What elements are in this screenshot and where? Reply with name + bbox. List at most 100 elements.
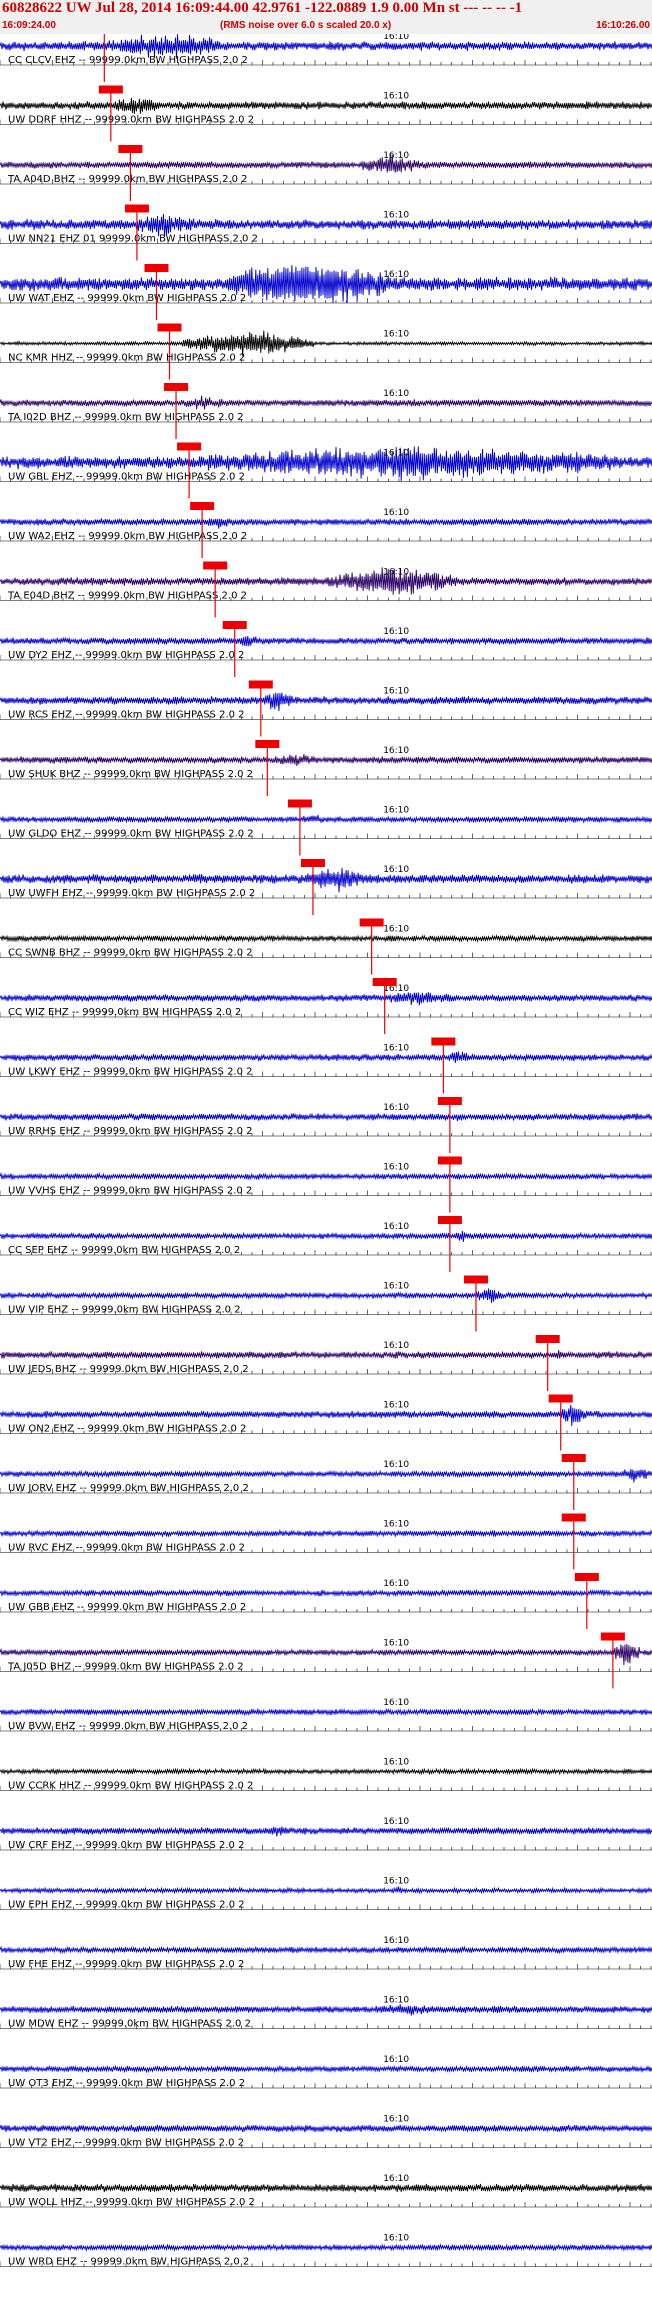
waveform xyxy=(0,154,652,173)
waveform xyxy=(0,992,652,1006)
tick-label: 16:10 xyxy=(383,1639,409,1649)
tick-label: 16:10 xyxy=(383,1282,409,1292)
scaling-note: (RMS noise over 6.0 s scaled 20.0 x) xyxy=(220,20,392,31)
station-label: TA E04D BHZ -- 99999.0km BW HIGHPASS 2.0… xyxy=(7,591,247,602)
trace-row: 16:10 UW JORV EHZ -- 99999.0km BW HIGHPAS… xyxy=(0,1454,652,1510)
tick-label: 16:10 xyxy=(383,389,409,399)
pick-flag xyxy=(600,1632,625,1641)
pick-flag xyxy=(561,1454,586,1462)
waveform xyxy=(0,1171,652,1181)
tick-label: 16:10 xyxy=(383,1520,409,1530)
station-label: UW WOLL HHZ -- 99999.0km BW HIGHPASS 2.0… xyxy=(8,2197,255,2208)
tick-label: 16:10 xyxy=(383,1758,409,1768)
station-label: UW SHUK BHZ -- 99999.0km BW HIGHPASS 2.0… xyxy=(8,769,253,780)
waveform xyxy=(0,1886,652,1895)
station-label: UW JORV EHZ -- 99999.0km BW HIGHPASS 2.0… xyxy=(8,1483,249,1494)
station-label: CC CLCV EHZ -- 99999.0km BW HIGHPASS 2.0… xyxy=(8,55,248,66)
pick-flag xyxy=(463,1275,488,1284)
station-label: UW MDW EHZ -- 99999.0km BW HIGHPASS 2.0 … xyxy=(8,2019,251,2030)
trace-row: 16:10 UW NN21 EHZ 01 99999.0km BW HIGHPAS… xyxy=(0,204,652,261)
station-label: CC WIZ EHZ -- 99999.0km BW HIGHPASS 2.0 … xyxy=(8,1007,241,1018)
waveform xyxy=(0,1528,652,1538)
pick-flag xyxy=(437,1156,462,1165)
pick-flag xyxy=(157,323,182,332)
waveform xyxy=(0,635,652,647)
tick-label: 16:10 xyxy=(383,1877,409,1887)
trace-row: 16:10 UW CCRK HHZ -- 99999.0km BW HIGHPAS… xyxy=(0,1758,652,1792)
trace-row: 16:10 UW RRHS EHZ -- 99999.0km BW HIGHPAS… xyxy=(0,1097,652,1153)
station-label: TA J05D BHZ -- 99999.0km BW HIGHPASS 2.0… xyxy=(7,1662,244,1673)
pick-flag xyxy=(548,1394,573,1403)
tick-label: 16:10 xyxy=(383,687,409,697)
event-title: 60828622 UW Jul 28, 2014 16:09:44.00 42.… xyxy=(2,0,523,16)
station-label: UW FHE EHZ -- 99999.0km BW HIGHPASS 2.0 … xyxy=(8,1959,244,1970)
tick-label: 16:10 xyxy=(383,568,409,578)
pick-flag xyxy=(287,799,312,808)
trace-row: 16:10CC WIZ EHZ -- 99999.0km BW HIGHPASS… xyxy=(0,978,652,1034)
pick-flag xyxy=(190,502,215,510)
trace-row: 16:10 TA J05D BHZ -- 99999.0km BW HIGHPAS… xyxy=(0,1632,652,1689)
waveform xyxy=(0,1945,652,1955)
station-label: UW GLDO EHZ -- 99999.0km BW HIGHPASS 2.0… xyxy=(8,829,254,840)
pick-flag xyxy=(437,1216,462,1224)
station-label: UW EPH EHZ -- 99999.0km BW HIGHPASS 2.0 … xyxy=(8,1900,245,1911)
trace-row: 16:10 UW VIP EHZ -- 99999.0km BW HIGHPASS… xyxy=(0,1275,652,1332)
tick-label: 16:10 xyxy=(383,1698,409,1708)
trace-row: 16:10 UW WAT EHZ -- 99999.0km BW HIGHPASS… xyxy=(0,264,652,320)
station-label: UW GBB EHZ -- 99999.0km BW HIGHPASS 2.0 … xyxy=(8,1602,246,1613)
trace-row: 16:10 UW RVC EHZ -- 99999.0km BW HIGHPASS… xyxy=(0,1513,652,1570)
waveform xyxy=(0,1707,652,1717)
pick-flag xyxy=(144,264,169,272)
tick-label: 16:10 xyxy=(383,1401,409,1411)
tick-label: 16:10 xyxy=(383,2174,409,2184)
trace-row: 16:10 TA I02D BHZ -- 99999.0km BW HIGHPAS… xyxy=(0,383,652,439)
pick-flag xyxy=(561,1513,586,1522)
pick-flag xyxy=(431,1037,456,1046)
waveform xyxy=(0,1469,652,1483)
station-label: UW DDRF HHZ -- 99999.0km BW HIGHPASS 2.0… xyxy=(8,115,254,126)
trace-row: 16:10 UW WOLL HHZ -- 99999.0km BW HIGHPAS… xyxy=(0,2174,652,2208)
trace-row: 16:10 UW RCS EHZ -- 99999.0km BW HIGHPASS… xyxy=(0,680,652,737)
pick-flag xyxy=(118,145,143,153)
station-label: NC KMR HHZ -- 99999.0km BW HIGHPASS 2.0 … xyxy=(8,353,245,364)
trace-row: 16:10 NC KMR HHZ -- 99999.0km BW HIGHPASS… xyxy=(0,323,652,380)
trace-row: 16:10 UW LKWY EHZ -- 99999.0km BW HIGHPAS… xyxy=(0,1037,652,1094)
pick-flag xyxy=(535,1335,560,1343)
trace-row: 16:10 UW BVW EHZ -- 99999.0km BW HIGHPASS… xyxy=(0,1698,652,1732)
station-label: CC SWNB BHZ -- 99999.0km BW HIGHPASS 2.0… xyxy=(8,948,253,959)
header-bar: 60828622 UW Jul 28, 2014 16:09:44.00 42.… xyxy=(0,0,652,34)
tick-label: 16:10 xyxy=(383,1460,409,1470)
tick-label: 16:10 xyxy=(383,806,409,816)
trace-row: 16:10 UW VVHS EHZ -- 99999.0km BW HIGHPAS… xyxy=(0,1156,652,1213)
trace-row: 16:10 UW FHE EHZ -- 99999.0km BW HIGHPASS… xyxy=(0,1936,652,1970)
waveform xyxy=(0,1288,652,1303)
trace-row: 16:10 UW GLDO EHZ -- 99999.0km BW HIGHPAS… xyxy=(0,799,652,856)
trace-row: 16:10 CC CLCV EHZ -- 99999.0km BW HIGHPAS… xyxy=(0,34,652,82)
trace-row: 16:10 UW WA2 EHZ -- 99999.0km BW HIGHPASS… xyxy=(0,502,652,558)
pick-flag xyxy=(255,740,280,748)
tick-label: 16:10 xyxy=(383,1222,409,1232)
station-label: UW NN21 EHZ 01 99999.0km BW HIGHPASS 2.0… xyxy=(8,234,258,245)
waveform xyxy=(0,517,652,529)
tick-label: 16:10 xyxy=(383,1579,409,1589)
station-label: TA I02D BHZ -- 99999.0km BW HIGHPASS 2.0… xyxy=(7,412,244,423)
waveform xyxy=(0,1826,652,1837)
station-label: UW VT2 EHZ -- 99999.0km BW HIGHPASS 2.0 … xyxy=(8,2138,244,2149)
waveform xyxy=(0,1767,652,1776)
tick-label: 16:10 xyxy=(383,330,409,340)
seismogram-plot: 16:10 CC CLCV EHZ -- 99999.0km BW HIGHPAS… xyxy=(0,34,652,2268)
trace-row: 16:10 UW DY2 EHZ -- 99999.0km BW HIGHPASS… xyxy=(0,621,652,677)
waveform xyxy=(0,2243,652,2252)
pick-flag xyxy=(300,859,325,867)
waveform xyxy=(0,2004,652,2016)
trace-row: 16:10 UW UWFH EHZ -- 99999.0km BW HIGHPAS… xyxy=(0,859,652,915)
waveform xyxy=(0,814,652,824)
tick-label: 16:10 xyxy=(383,2234,409,2244)
tick-label: 16:10 xyxy=(383,1341,409,1351)
waveform xyxy=(0,1051,652,1063)
waveform xyxy=(0,97,652,115)
tick-label: 16:10 xyxy=(383,1044,409,1054)
waveform xyxy=(0,2183,652,2193)
waveform xyxy=(0,934,652,943)
waveform xyxy=(0,1350,652,1360)
